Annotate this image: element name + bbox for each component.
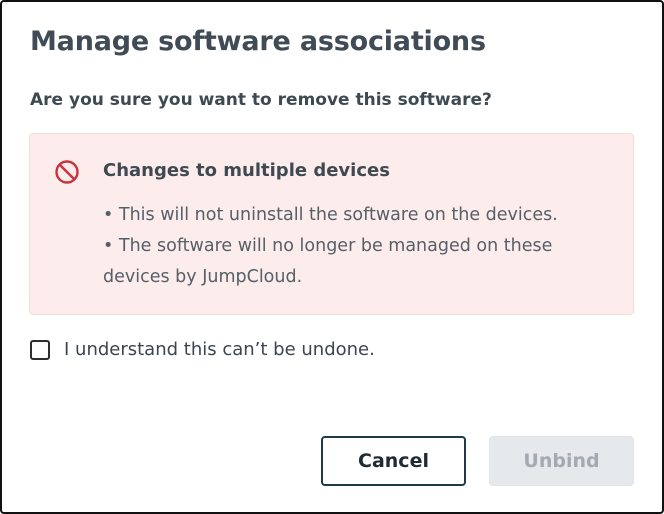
alert-list: This will not uninstall the software on …: [103, 200, 623, 293]
prohibited-icon: [55, 160, 79, 184]
alert-list-item: This will not uninstall the software on …: [103, 200, 623, 231]
cancel-button[interactable]: Cancel: [321, 436, 466, 486]
unbind-button[interactable]: Unbind: [489, 436, 634, 486]
dialog-title: Manage software associations: [30, 26, 486, 57]
alert-title: Changes to multiple devices: [103, 160, 390, 181]
understand-checkbox-label[interactable]: I understand this can’t be undone.: [64, 339, 375, 360]
understand-checkbox-row[interactable]: I understand this can’t be undone.: [30, 339, 375, 360]
confirmation-question: Are you sure you want to remove this sof…: [30, 90, 492, 110]
warning-alert: Changes to multiple devices This will no…: [29, 133, 634, 315]
understand-checkbox[interactable]: [30, 339, 50, 360]
manage-software-dialog: Manage software associations Are you sur…: [0, 0, 664, 514]
alert-list-item: The software will no longer be managed o…: [103, 231, 623, 293]
